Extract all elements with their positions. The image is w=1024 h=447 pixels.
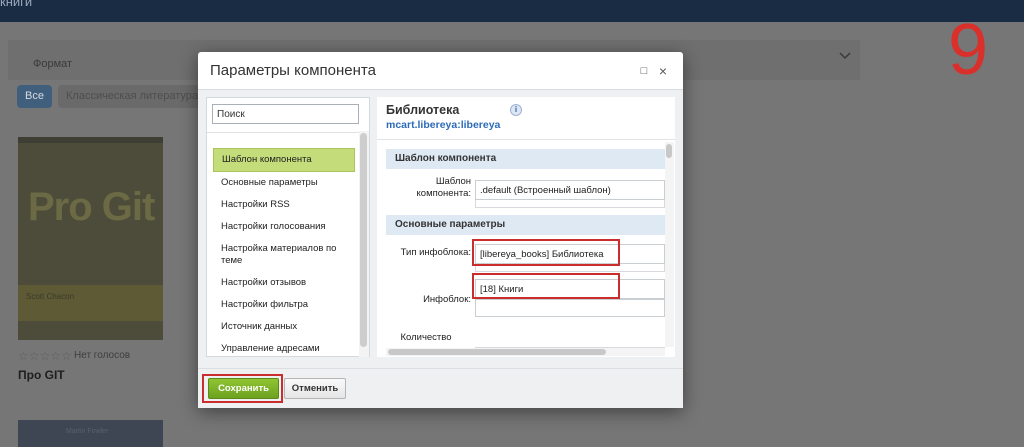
nav-item-voting[interactable]: Настройки голосования [213,216,355,238]
book-cover[interactable]: Pro Git Scott Chacon [18,137,163,340]
breadcrumb[interactable]: книги [0,0,32,9]
nav-item-rss[interactable]: Настройки RSS [213,194,355,216]
book-cover-author: Scott Chacon [26,292,75,301]
chevron-down-icon[interactable] [838,48,852,62]
nav-list: Шаблон компонента Основные параметры Нас… [213,148,355,360]
highlight-iblock [472,273,620,299]
params-hscrollbar[interactable] [386,348,665,356]
dialog-header: Параметры компонента □ × [198,52,683,90]
site-header: книги [0,0,1024,22]
component-name: Библиотека [386,103,460,117]
votes-label: Нет голосов [74,350,131,361]
cancel-button[interactable]: Отменить [284,378,346,399]
params-vscrollbar[interactable] [665,142,674,347]
book-cover-title: Pro Git [28,185,155,229]
iblock-type-label: Тип инфоблока: [400,247,471,258]
book-title[interactable]: Про GIT [18,368,65,382]
iblock-list-box[interactable] [475,299,665,317]
nav-item-template[interactable]: Шаблон компонента [213,148,355,172]
search-input[interactable] [212,104,359,124]
book-cover-2-author: Martin Fowler [66,428,109,435]
annotation-number: 9 [948,10,989,90]
nav-item-reviews[interactable]: Настройки отзывов [213,272,355,294]
format-label: Формат [33,58,73,70]
book-cover-2[interactable]: Martin Fowler [18,420,163,447]
params-panel: Библиотека i mcart.libereya:libereya Шаб… [377,97,675,357]
highlight-save [202,374,283,403]
rating-stars[interactable]: ☆☆☆☆☆ [18,349,72,363]
dialog-title: Параметры компонента [210,62,376,79]
template-select[interactable]: .default (Встроенный шаблон) [475,180,665,200]
filter-chip-all[interactable]: Все [17,85,52,108]
section-main: Основные параметры [386,215,665,235]
nav-scrollbar[interactable] [359,131,369,357]
dialog-footer: Сохранить Отменить [198,368,683,408]
filter-chip-classic[interactable]: Классическая литература [58,85,200,108]
nav-item-data-source[interactable]: Источник данных [213,316,355,338]
nav-item-filter[interactable]: Настройки фильтра [213,294,355,316]
nav-item-main-params[interactable]: Основные параметры [213,172,355,194]
iblock-label: Инфоблок: [423,294,471,305]
section-template: Шаблон компонента [386,149,665,169]
close-icon[interactable]: × [657,64,669,78]
component-params-dialog: Параметры компонента □ × Шаблон компонен… [198,52,683,408]
component-code: mcart.libereya:libereya [386,119,501,131]
nav-item-related[interactable]: Настройка материалов по теме [213,238,355,272]
maximize-icon[interactable]: □ [638,65,650,77]
dialog-body: Шаблон компонента Основные параметры Нас… [198,90,683,368]
template-label: Шаблон компонента: [416,176,471,199]
count-label: Количество [400,332,452,343]
nav-item-urls[interactable]: Управление адресами [213,338,355,360]
highlight-iblock-type [472,239,620,266]
info-icon[interactable]: i [510,104,522,116]
settings-nav: Шаблон компонента Основные параметры Нас… [206,97,370,357]
